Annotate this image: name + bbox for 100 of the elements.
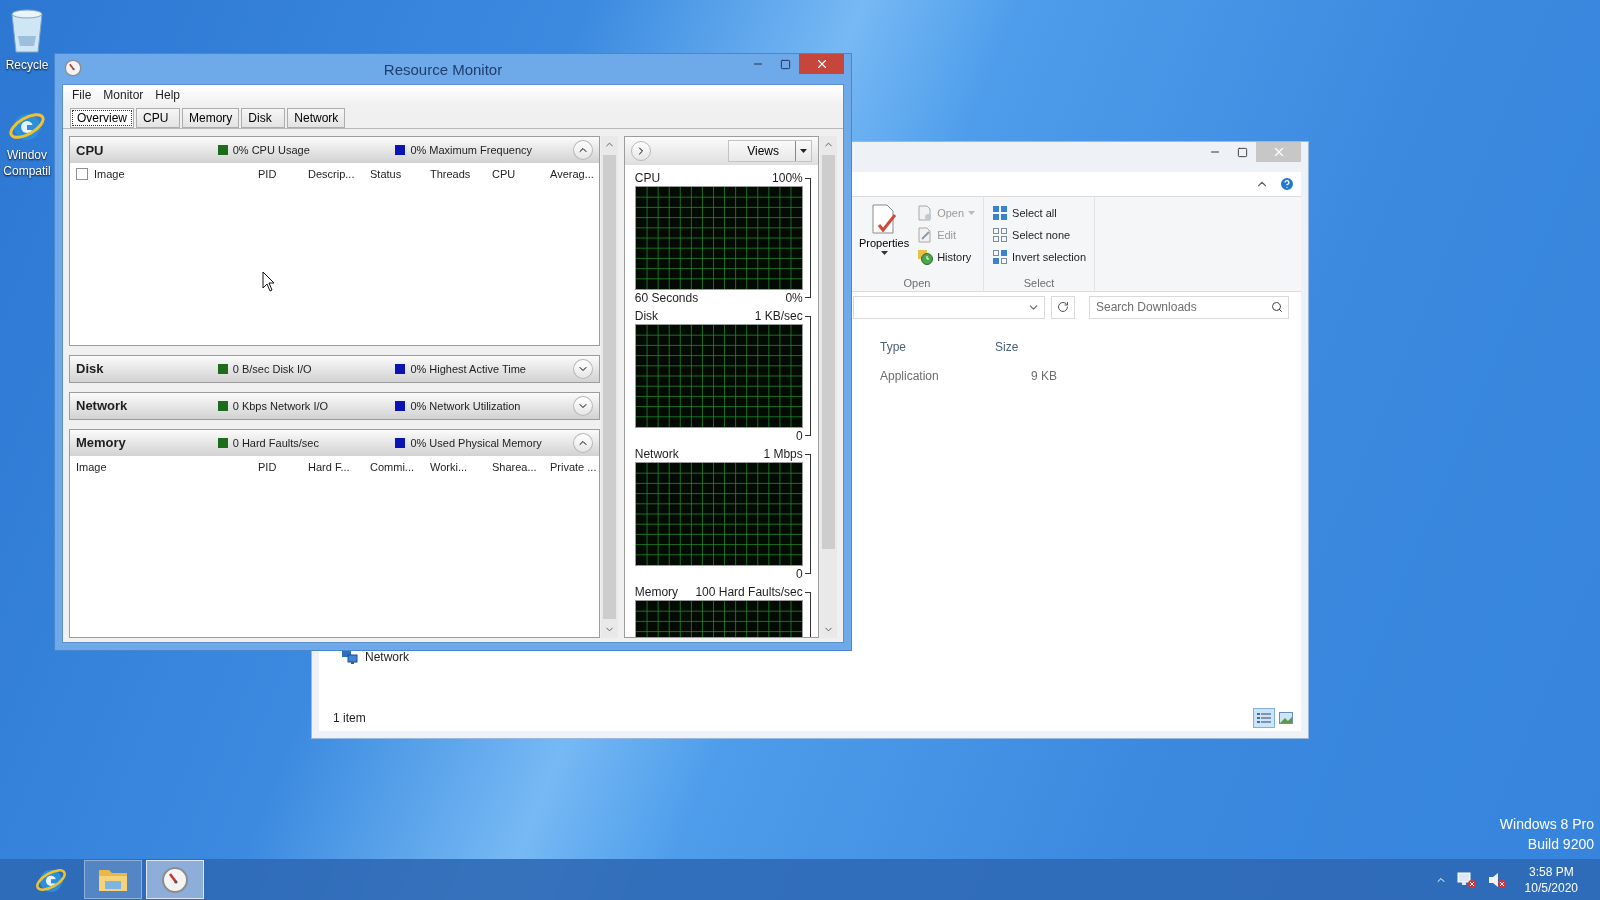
expand-pane-button[interactable]: [630, 141, 651, 161]
column-header[interactable]: Status: [370, 168, 402, 180]
ribbon-button[interactable]: Invert selection: [990, 247, 1089, 267]
network-status-icon[interactable]: [1456, 870, 1477, 889]
scroll-thumb[interactable]: [603, 155, 616, 619]
invert-selection-icon: [992, 249, 1009, 265]
picture-icon: [1279, 712, 1293, 724]
edition-text: Windows 8 Pro: [1499, 816, 1594, 832]
expand-button[interactable]: [573, 358, 593, 379]
app-icon[interactable]: [64, 59, 82, 77]
column-header[interactable]: Sharea...: [492, 460, 537, 473]
stat-text: 0% Maximum Frequency: [410, 144, 533, 156]
time-label: 60 Seconds: [634, 291, 699, 305]
window-title: Resource Monitor: [382, 61, 504, 78]
gauge-button[interactable]: [161, 865, 189, 894]
details-icon: [1257, 712, 1271, 724]
section-title: CPU: [76, 142, 105, 158]
cursor-icon: [262, 271, 276, 293]
tab[interactable]: CPU: [136, 108, 180, 128]
column-header[interactable]: Type: [872, 339, 987, 354]
page-icon: [917, 205, 934, 221]
tab[interactable]: Network: [287, 108, 346, 128]
scale-label: 100 Hard Faults/sec: [695, 585, 803, 599]
group-label: Open: [902, 277, 932, 289]
column-header[interactable]: PID: [258, 460, 277, 473]
icon-label[interactable]: Recycle: [5, 58, 49, 72]
menu-item[interactable]: Help: [149, 88, 187, 102]
column-header[interactable]: Image: [76, 460, 107, 473]
icon-label[interactable]: Compatil: [3, 164, 51, 178]
column-header[interactable]: Averag...: [550, 168, 594, 180]
ribbon-button[interactable]: History: [915, 247, 978, 267]
edit-icon: [917, 227, 934, 243]
column-header[interactable]: Worki...: [430, 460, 468, 473]
nav-item[interactable]: Network: [365, 650, 409, 664]
stat-text: 0% CPU Usage: [232, 144, 310, 156]
section-header[interactable]: Network 0 Kbps Network I/O 0% Network Utilization: [70, 392, 599, 419]
section-header[interactable]: Memory 0 Hard Faults/sec 0% Used Physical Memory: [70, 429, 599, 456]
stat-text: 0 Kbps Network I/O: [232, 399, 329, 412]
stat-text: 0 B/sec Disk I/O: [232, 362, 312, 375]
checkbox[interactable]: [76, 168, 88, 180]
ribbon-button[interactable]: Select none: [990, 225, 1089, 245]
column-header[interactable]: Image: [94, 168, 125, 180]
select-none-icon: [992, 227, 1009, 243]
volume-icon[interactable]: [1486, 870, 1507, 889]
search-field[interactable]: Search Downloads: [1089, 295, 1289, 319]
maximize-icon: [1236, 146, 1248, 158]
select-all-icon: [992, 205, 1009, 221]
close-button[interactable]: [799, 54, 844, 74]
column-header[interactable]: Hard F...: [308, 460, 350, 473]
column-header[interactable]: Threads: [430, 168, 471, 180]
scrollbar[interactable]: [820, 136, 837, 638]
menu-item[interactable]: File: [66, 88, 98, 102]
tab[interactable]: Overview: [70, 108, 134, 128]
address-field[interactable]: [853, 295, 1045, 319]
table-cell-text: 9 KB: [1030, 368, 1057, 383]
graph-title: CPU: [634, 171, 661, 185]
ribbon-button[interactable]: Select all: [990, 203, 1089, 223]
column-header[interactable]: Commi...: [370, 460, 414, 473]
section-header[interactable]: Disk 0 B/sec Disk I/O 0% Highest Active Time: [70, 355, 599, 382]
taskbar-button[interactable]: [84, 860, 142, 899]
history-icon: [917, 249, 934, 265]
table-cell-text: Application: [879, 368, 940, 383]
expand-button[interactable]: [573, 140, 593, 160]
scale-label: 0: [796, 567, 803, 581]
graph-title: Network: [634, 447, 679, 461]
refresh-button[interactable]: [1051, 295, 1075, 319]
clock[interactable]: 3:58 PM 10/5/2020: [1524, 863, 1578, 896]
column-header[interactable]: PID: [258, 168, 277, 180]
help-icon[interactable]: [1279, 176, 1295, 192]
tab[interactable]: Memory: [182, 108, 240, 128]
icon-label[interactable]: Windov: [7, 148, 47, 162]
column-header[interactable]: Private ...: [550, 460, 597, 473]
status-text: 1 item: [333, 711, 367, 725]
scale-label: 100%: [772, 171, 803, 185]
edition-text: Build 9200: [1527, 836, 1594, 852]
tab[interactable]: Disk: [241, 108, 286, 128]
scale-label: 1 KB/sec: [754, 309, 803, 323]
details-view-button[interactable]: [1253, 708, 1275, 728]
views-button[interactable]: Views: [728, 140, 813, 162]
column-header[interactable]: CPU: [492, 168, 516, 180]
column-header[interactable]: Size: [987, 339, 1057, 354]
scrollbar[interactable]: [601, 136, 618, 638]
group-label: Select: [1022, 277, 1056, 289]
section-title: Network: [76, 398, 129, 413]
taskbar-button[interactable]: [146, 860, 204, 899]
section-header[interactable]: CPU 0% CPU Usage 0% Maximum Frequency: [70, 137, 599, 163]
section-title: Disk: [76, 361, 105, 376]
expand-button[interactable]: [573, 432, 593, 453]
menu-item[interactable]: Monitor: [97, 88, 150, 102]
section-title: Memory: [76, 435, 127, 450]
graph-title: Disk: [634, 309, 659, 323]
search-icon: [1271, 300, 1283, 313]
refresh-icon: [1057, 301, 1069, 313]
expand-button[interactable]: [573, 395, 593, 416]
scale-label: 0: [796, 429, 803, 443]
scroll-thumb[interactable]: [822, 155, 835, 549]
column-header[interactable]: Descrip...: [308, 168, 355, 180]
scale-label: 1 Mbps: [763, 447, 803, 461]
maximize-icon: [779, 58, 791, 70]
properties-button[interactable]: Properties: [857, 201, 912, 277]
